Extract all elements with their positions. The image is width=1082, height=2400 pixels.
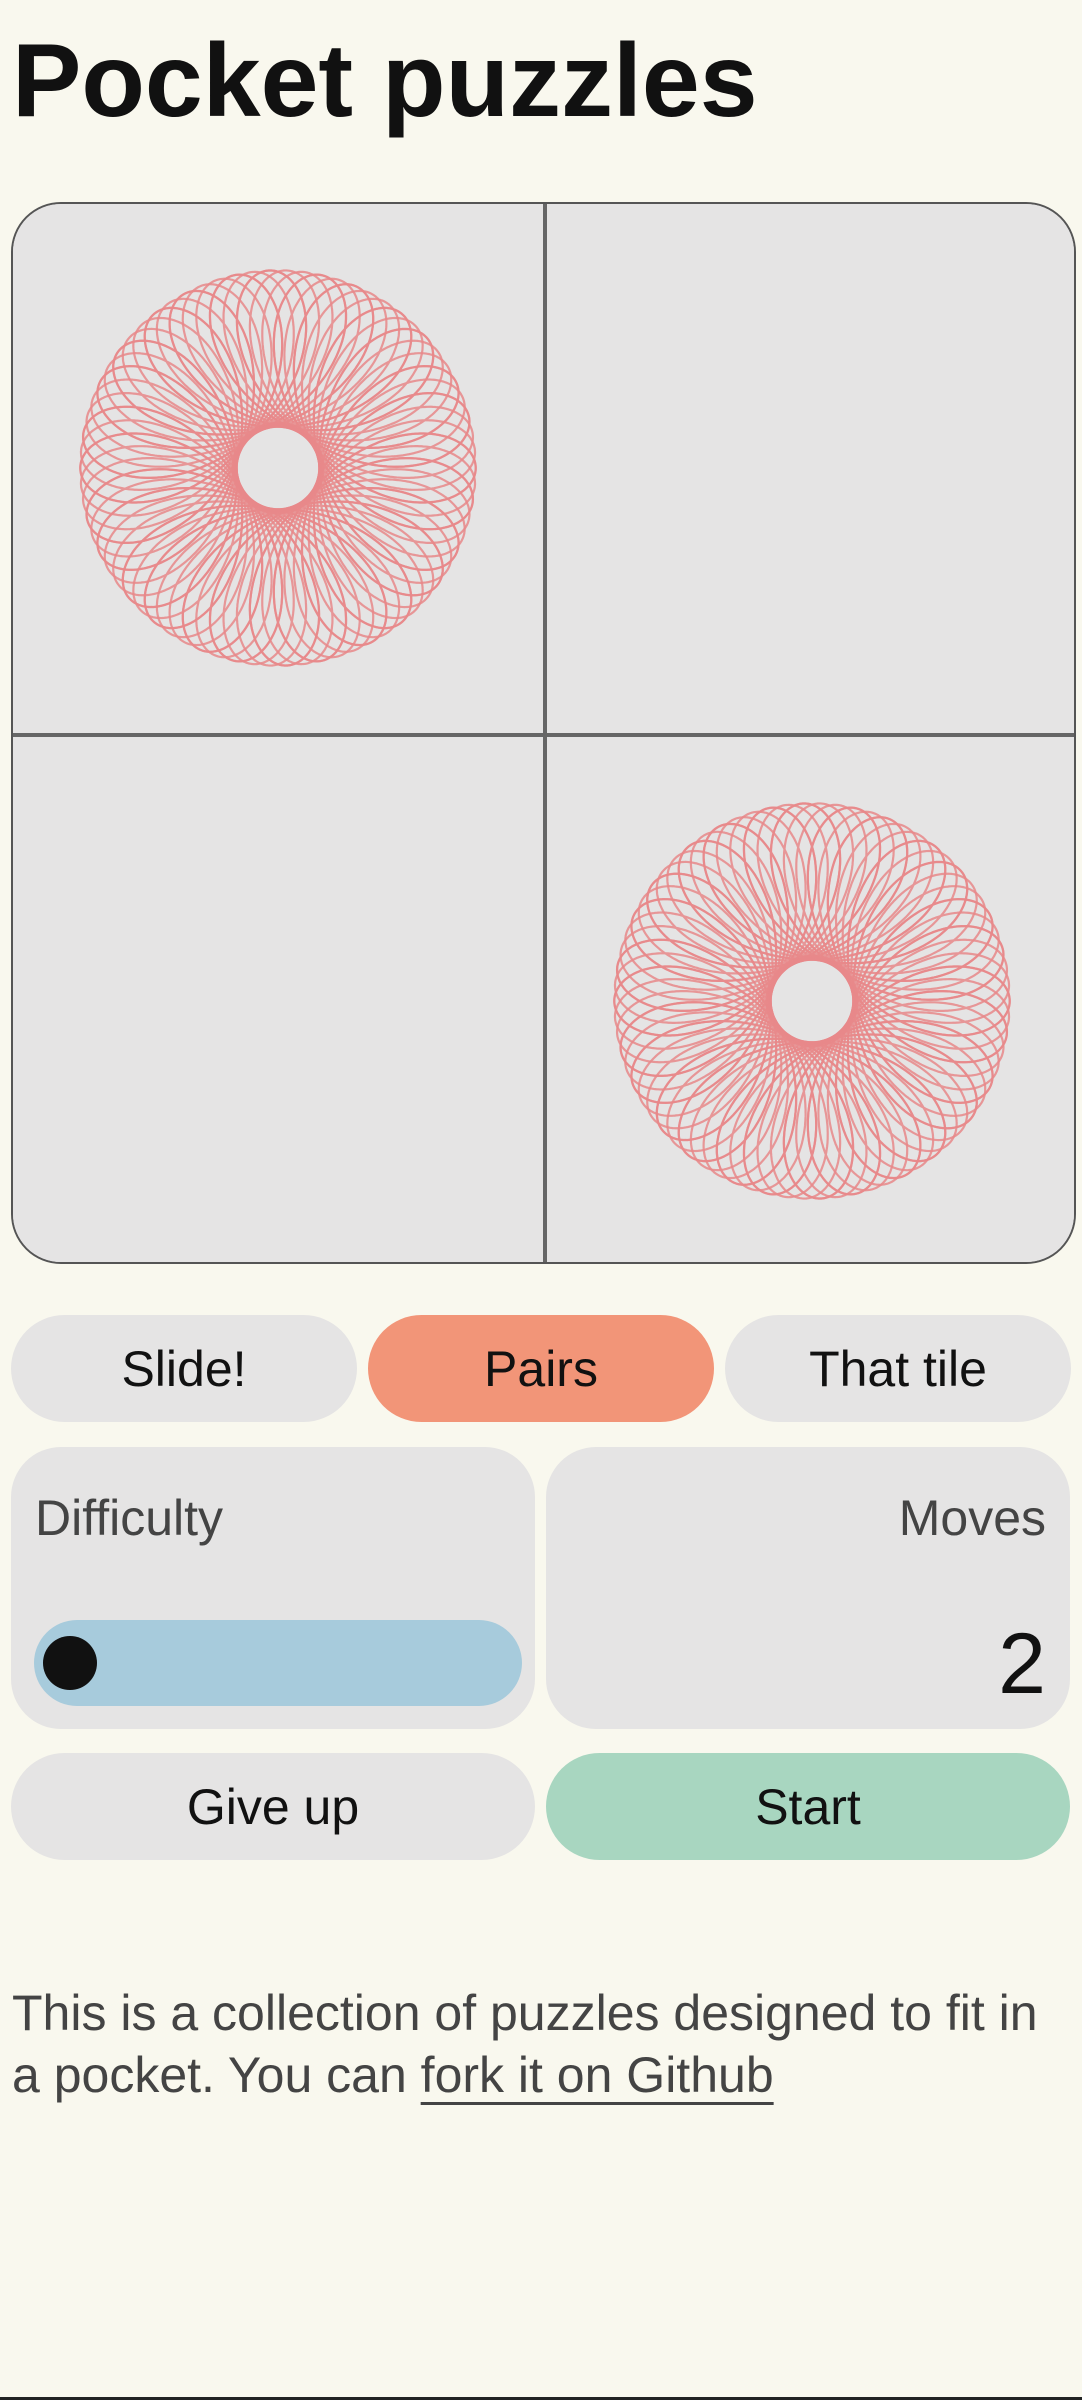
give-up-button[interactable]: Give up	[11, 1753, 535, 1860]
tile-top-right[interactable]	[547, 204, 1074, 733]
github-link[interactable]: fork it on Github	[421, 2047, 774, 2103]
tile-top-left[interactable]	[13, 204, 543, 733]
difficulty-panel: Difficulty	[11, 1447, 535, 1729]
difficulty-slider-knob[interactable]	[43, 1636, 97, 1690]
page-title: Pocket puzzles	[12, 23, 758, 139]
footer-text: This is a collection of puzzles designed…	[12, 1982, 1062, 2106]
puzzle-board	[11, 202, 1076, 1264]
difficulty-slider[interactable]	[34, 1620, 522, 1706]
board-divider-horizontal	[13, 733, 1074, 737]
mode-slide-button[interactable]: Slide!	[11, 1315, 357, 1422]
tile-bottom-right[interactable]	[547, 737, 1074, 1262]
difficulty-label: Difficulty	[35, 1490, 224, 1546]
spirograph-icon	[613, 802, 1011, 1200]
moves-label: Moves	[898, 1490, 1046, 1546]
moves-panel: Moves 2	[546, 1447, 1070, 1729]
tile-bottom-left[interactable]	[13, 737, 543, 1262]
start-button[interactable]: Start	[546, 1753, 1070, 1860]
spirograph-icon	[79, 269, 477, 667]
moves-count: 2	[998, 1616, 1046, 1712]
mode-that-tile-button[interactable]: That tile	[725, 1315, 1071, 1422]
page: Pocket puzzles Slide! Pairs That tile Di…	[0, 0, 1082, 2400]
mode-pairs-button[interactable]: Pairs	[368, 1315, 714, 1422]
